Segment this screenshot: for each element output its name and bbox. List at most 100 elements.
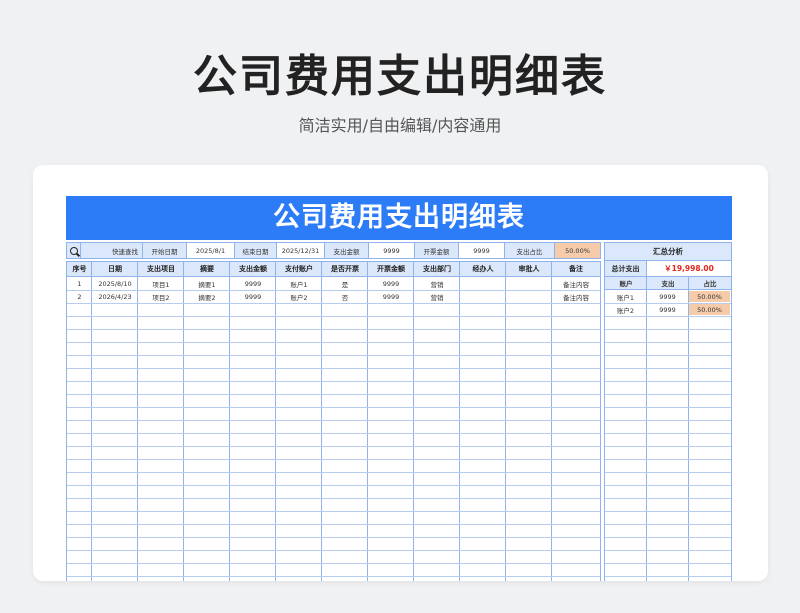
summary-row-divider	[605, 563, 731, 564]
table-cell[interactable]: 9999	[368, 290, 414, 303]
row-divider	[67, 420, 600, 421]
search-button[interactable]	[67, 243, 81, 258]
column-divider	[413, 261, 414, 581]
table-cell[interactable]: 营销	[414, 290, 460, 303]
filter-toolbar: 快速查找 开始日期 2025/8/1 结束日期 2025/12/31 支出金额 …	[66, 242, 601, 259]
row-divider	[67, 472, 600, 473]
table-cell[interactable]: 9999	[230, 290, 276, 303]
row-divider	[67, 485, 600, 486]
row-divider	[67, 498, 600, 499]
summary-row-divider	[605, 537, 731, 538]
invoice-amount-label: 开票金额	[415, 243, 459, 258]
summary-row-divider	[605, 368, 731, 369]
summary-row-divider	[605, 485, 731, 486]
table-cell[interactable]	[460, 290, 506, 303]
table-cell[interactable]: 9999	[230, 277, 276, 290]
summary-row-divider	[605, 342, 731, 343]
summary-cell[interactable]: 账户2	[605, 304, 646, 315]
table-cell[interactable]: 1	[67, 277, 92, 290]
table-cell[interactable]	[460, 277, 506, 290]
expense-ratio-label: 支出占比	[505, 243, 555, 258]
summary-header: 账户 支出 占比	[605, 277, 731, 290]
row-divider	[67, 368, 600, 369]
table-cell[interactable]: 2026/4/23	[92, 290, 138, 303]
summary-row-divider	[605, 329, 731, 330]
column-header: 支出部门	[423, 265, 451, 273]
summary-row-divider	[605, 433, 731, 434]
table-cell[interactable]: 2	[67, 290, 92, 303]
row-divider	[67, 394, 600, 395]
quick-search-label[interactable]: 快速查找	[81, 243, 143, 258]
page-subtitle: 简洁实用/自由编辑/内容通用	[298, 116, 502, 135]
row-divider	[67, 342, 600, 343]
total-value: ￥19,998.00	[664, 264, 714, 273]
column-divider	[91, 261, 92, 581]
table-cell[interactable]: 营销	[414, 277, 460, 290]
row-divider	[67, 524, 600, 525]
summary-cell[interactable]: 账户1	[605, 291, 646, 302]
total-row: 总计支出 ￥19,998.00	[605, 261, 731, 277]
row-divider	[67, 433, 600, 434]
table-cell[interactable]: 否	[322, 290, 368, 303]
column-header: 备注	[569, 265, 583, 273]
column-header: 日期	[108, 265, 122, 273]
expense-amount-value: 9999	[369, 243, 415, 258]
table-cell[interactable]: 2025/8/10	[92, 277, 138, 290]
column-divider	[321, 261, 322, 581]
invoice-amount-value: 9999	[459, 243, 505, 258]
summary-cell[interactable]: 9999	[647, 304, 688, 315]
search-icon	[69, 246, 78, 255]
summary-row-divider	[605, 355, 731, 356]
table-cell[interactable]: 摘要1	[184, 277, 230, 290]
column-divider	[183, 261, 184, 581]
row-divider	[67, 459, 600, 460]
table-cell[interactable]: 摘要2	[184, 290, 230, 303]
row-divider	[67, 550, 600, 551]
table-cell[interactable]	[506, 277, 552, 290]
summary-cell[interactable]: 50.00%	[689, 291, 730, 302]
row-divider	[67, 316, 600, 317]
table-cell[interactable]: 是	[322, 277, 368, 290]
column-divider	[137, 261, 138, 581]
spreadsheet: 快速查找 开始日期 2025/8/1 结束日期 2025/12/31 支出金额 …	[66, 242, 732, 581]
row-divider	[67, 576, 600, 577]
expense-ratio-value: 50.00%	[555, 243, 600, 258]
table-cell[interactable]: 备注内容	[552, 290, 600, 303]
row-divider	[67, 407, 600, 408]
column-divider	[367, 261, 368, 581]
summary-cell[interactable]: 9999	[647, 291, 688, 302]
summary-column-header: 账户	[619, 280, 633, 288]
column-header: 摘要	[200, 265, 214, 273]
table-cell[interactable]: 备注内容	[552, 277, 600, 290]
table-header: 序号 日期 支出项目 摘要 支出金额 支付账户 是否开票 开票金额 支出部门 经办人 审批人 备注	[67, 261, 600, 277]
row-divider	[67, 329, 600, 330]
column-divider	[275, 261, 276, 581]
summary-row-divider	[605, 524, 731, 525]
table-cell[interactable]	[506, 290, 552, 303]
summary-row-divider	[605, 550, 731, 551]
summary-cell[interactable]: 50.00%	[689, 304, 730, 315]
summary-row-divider	[605, 316, 731, 317]
summary-row-divider	[605, 394, 731, 395]
end-date-input[interactable]: 2025/12/31	[277, 243, 325, 258]
summary-row-divider	[605, 381, 731, 382]
summary-column-divider	[646, 277, 647, 581]
start-date-label: 开始日期	[143, 243, 187, 258]
total-label: 总计支出	[605, 261, 647, 276]
table-cell[interactable]: 账户2	[276, 290, 322, 303]
summary-row-divider	[605, 459, 731, 460]
table-cell[interactable]: 项目1	[138, 277, 184, 290]
table-cell[interactable]: 项目2	[138, 290, 184, 303]
table-cell[interactable]: 账户1	[276, 277, 322, 290]
table-cell[interactable]: 9999	[368, 277, 414, 290]
end-date-label: 结束日期	[235, 243, 277, 258]
summary-column-divider	[688, 277, 689, 581]
start-date-input[interactable]: 2025/8/1	[187, 243, 235, 258]
summary-row-divider	[605, 446, 731, 447]
summary-row-divider	[605, 498, 731, 499]
row-divider	[67, 563, 600, 564]
column-header: 支出项目	[147, 265, 175, 273]
summary-row-divider	[605, 472, 731, 473]
column-header: 审批人	[518, 265, 540, 273]
column-header: 支付账户	[285, 265, 313, 273]
